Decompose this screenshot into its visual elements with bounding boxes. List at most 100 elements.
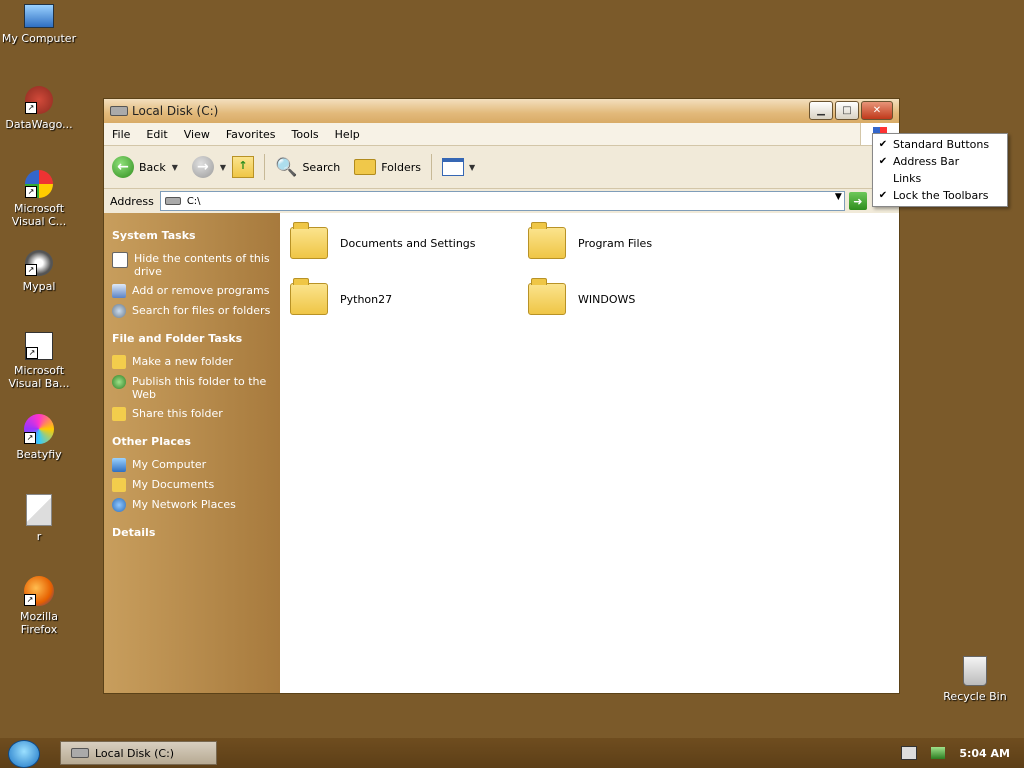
task-label: Share this folder [132,407,223,420]
taskbar: Local Disk (C:) 5:04 AM [0,738,1024,768]
window-body: System Tasks Hide the contents of this d… [104,213,899,693]
clock[interactable]: 5:04 AM [959,747,1010,760]
taskbar-item-local-disk[interactable]: Local Disk (C:) [60,741,217,765]
folder-icon [290,278,328,315]
toolbar-separator [264,154,266,180]
folder-windows[interactable]: WINDOWS [528,278,636,315]
check-icon: ✔ [878,156,888,167]
title-bar[interactable]: Local Disk (C:) ▁ □ ✕ [104,99,899,123]
file-list: Documents and Settings Program Files Pyt… [280,213,899,693]
search-icon [112,304,126,318]
search-icon: 🔍 [275,156,298,178]
up-folder-icon: ↑ [232,156,255,178]
network-icon[interactable] [931,747,946,759]
system-tasks-title[interactable]: System Tasks [112,229,280,242]
task-share-folder[interactable]: Share this folder [112,407,280,421]
task-label: Make a new folder [132,355,233,368]
keyboard-icon[interactable] [901,746,918,760]
folder-documents-and-settings[interactable]: Documents and Settings [290,222,476,259]
desktop-icon-my-computer[interactable]: My Computer [1,4,77,45]
desktop-icon-label: DataWago... [5,118,73,131]
window-title: Local Disk (C:) [132,104,219,118]
task-add-remove-programs[interactable]: Add or remove programs [112,284,280,298]
place-my-documents[interactable]: My Documents [112,478,280,492]
desktop-icon-visual-basic[interactable]: ↗ Microsoft Visual Ba... [1,332,77,390]
folders-label: Folders [381,160,421,174]
folder-python27[interactable]: Python27 [290,278,393,315]
menu-favorites[interactable]: Favorites [218,128,284,141]
search-button[interactable]: 🔍 Search [275,157,340,178]
menu-item-lock-toolbars[interactable]: ✔ Lock the Toolbars [873,187,1007,204]
back-arrow-icon: ← [112,156,134,178]
recycle-bin-icon [963,656,987,686]
datawago-icon: ↗ [25,86,53,114]
other-places-title[interactable]: Other Places [112,435,280,448]
desktop-icon-beatyfiy[interactable]: ↗ Beatyfiy [1,414,77,461]
task-publish-folder[interactable]: Publish this folder to the Web [112,375,280,401]
menu-tools[interactable]: Tools [284,128,327,141]
address-input[interactable]: C:\ ▼ [159,191,845,211]
menu-view[interactable]: View [176,128,218,141]
go-button[interactable]: ➜ [848,192,867,210]
new-folder-icon [112,355,126,369]
my-computer-icon [112,458,126,472]
check-icon: ✔ [878,139,888,150]
folder-label: Python27 [340,292,393,306]
desktop-icon-firefox[interactable]: ↗ Mozilla Firefox [1,576,77,636]
place-my-computer[interactable]: My Computer [112,458,280,472]
desktop-icon-label: r [36,530,42,543]
menu-help[interactable]: Help [327,128,368,141]
place-label: My Computer [132,458,207,471]
menu-item-links[interactable]: Links [873,170,1007,187]
maximize-button[interactable]: □ [835,101,859,120]
menu-item-standard-buttons[interactable]: ✔ Standard Buttons [873,136,1007,153]
folder-label: WINDOWS [578,292,636,306]
task-label: Search for files or folders [132,304,271,317]
mypal-icon: ↗ [25,250,53,276]
forward-dropdown[interactable]: ▼ [220,163,226,172]
start-button[interactable] [8,740,40,768]
menu-item-address-bar[interactable]: ✔ Address Bar [873,153,1007,170]
desktop-icon-r[interactable]: r [1,494,77,543]
desktop-icon-datawago[interactable]: ↗ DataWago... [1,86,77,131]
check-icon: ✔ [878,190,888,201]
folder-icon [528,222,566,259]
desktop-icon-recycle-bin[interactable]: Recycle Bin [937,656,1013,703]
desktop-icon-mypal[interactable]: ↗ Mypal [1,250,77,293]
place-my-network-places[interactable]: My Network Places [112,498,280,512]
up-folder-button[interactable]: ↑ [232,156,255,178]
add-remove-programs-icon [112,284,126,298]
details-title[interactable]: Details [112,526,280,539]
task-hide-contents[interactable]: Hide the contents of this drive [112,252,280,278]
views-dropdown[interactable]: ▼ [469,163,475,172]
views-button[interactable]: ▼ [441,158,475,176]
explorer-window: Local Disk (C:) ▁ □ ✕ File Edit View Fav… [103,98,900,694]
system-tray: 5:04 AM [901,738,1024,768]
desktop-icon-label: Beatyfiy [16,448,62,461]
task-new-folder[interactable]: Make a new folder [112,355,280,369]
forward-button[interactable]: → [191,156,214,178]
drive-icon [110,106,128,116]
desktop-icon-visual-c[interactable]: ↗ Microsoft Visual C... [1,170,77,228]
desktop-icon-label: My Computer [1,32,77,45]
firefox-icon: ↗ [24,576,54,606]
menu-file[interactable]: File [104,128,138,141]
back-button[interactable]: ← Back [112,156,166,178]
file-folder-tasks-title[interactable]: File and Folder Tasks [112,332,280,345]
task-label: Add or remove programs [132,284,270,297]
menu-item-label: Address Bar [893,155,960,168]
toolbar-separator [430,154,432,180]
folders-button[interactable]: Folders [354,159,421,175]
search-label: Search [302,160,341,174]
desktop-icon-label: Mypal [22,280,56,293]
close-button[interactable]: ✕ [861,101,893,120]
minimize-button[interactable]: ▁ [809,101,833,120]
folder-program-files[interactable]: Program Files [528,222,652,259]
back-dropdown[interactable]: ▼ [172,163,178,172]
address-bar: Address C:\ ▼ ➜ [104,189,899,214]
taskbar-item-label: Local Disk (C:) [95,746,175,760]
drive-icon [71,748,89,758]
task-search-files[interactable]: Search for files or folders [112,304,280,318]
menu-edit[interactable]: Edit [138,128,175,141]
address-dropdown[interactable]: ▼ [835,192,842,202]
